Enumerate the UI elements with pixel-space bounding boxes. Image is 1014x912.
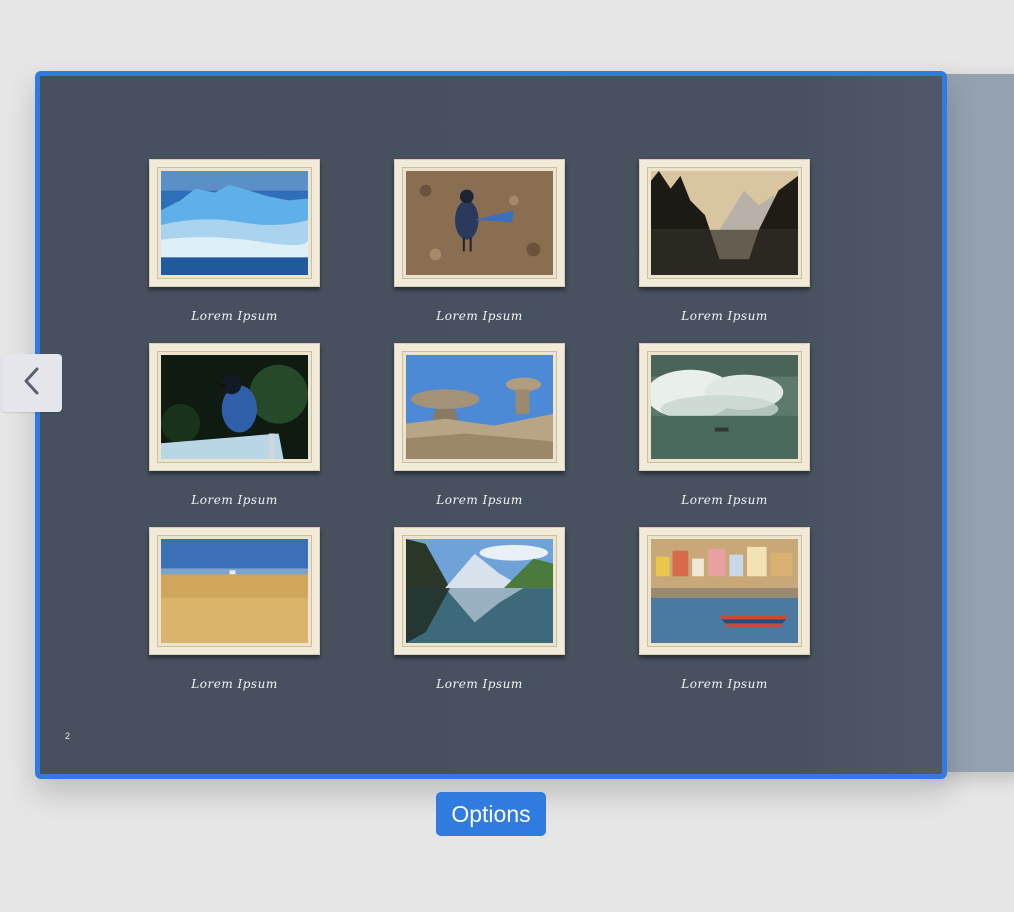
photo-frame[interactable] [149, 343, 320, 471]
photo-caption: Lorem Ipsum [191, 493, 278, 507]
gallery-item[interactable]: Lorem Ipsum [149, 159, 320, 343]
photo-grid: Lorem Ipsum Lorem Ipsum Lorem Ipsum Lore… [149, 159, 810, 711]
gallery-item[interactable]: Lorem Ipsum [639, 527, 810, 711]
photo-mountain-lake [406, 539, 553, 643]
gallery-item[interactable]: Lorem Ipsum [639, 343, 810, 527]
photo-harbor-town [651, 539, 798, 643]
photo-caption: Lorem Ipsum [191, 677, 278, 691]
photo-waterfall-boat [651, 355, 798, 459]
photo-frame[interactable] [394, 527, 565, 655]
chevron-left-icon [21, 366, 43, 401]
photo-frame[interactable] [149, 159, 320, 287]
photo-caption: Lorem Ipsum [191, 309, 278, 323]
photo-frame[interactable] [149, 527, 320, 655]
photo-frame[interactable] [639, 343, 810, 471]
photo-blue-jay-ground [406, 171, 553, 275]
photo-caption: Lorem Ipsum [436, 677, 523, 691]
photo-caption: Lorem Ipsum [436, 309, 523, 323]
options-button[interactable]: Options [436, 792, 546, 836]
gallery-item[interactable]: Lorem Ipsum [394, 527, 565, 711]
gallery-item[interactable]: Lorem Ipsum [639, 159, 810, 343]
photo-mountain-lake-sunset [651, 171, 798, 275]
photo-frame[interactable] [639, 159, 810, 287]
photo-frame[interactable] [394, 159, 565, 287]
photo-caption: Lorem Ipsum [681, 309, 768, 323]
gallery-item[interactable]: Lorem Ipsum [394, 159, 565, 343]
photo-frame[interactable] [394, 343, 565, 471]
photo-wheat-field [161, 539, 308, 643]
page-number: 2 [65, 731, 71, 741]
photo-jay-on-car [161, 355, 308, 459]
photo-caption: Lorem Ipsum [681, 493, 768, 507]
photo-rock-formations [406, 355, 553, 459]
current-page[interactable]: Lorem Ipsum Lorem Ipsum Lorem Ipsum Lore… [35, 71, 947, 779]
gallery-item[interactable]: Lorem Ipsum [149, 527, 320, 711]
gallery-item[interactable]: Lorem Ipsum [394, 343, 565, 527]
photo-frame[interactable] [639, 527, 810, 655]
previous-page-button[interactable] [2, 354, 62, 412]
photo-icebergs [161, 171, 308, 275]
flipbook-stage: Lorem Ipsum Lorem Ipsum Lorem Ipsum Lore… [0, 0, 1014, 912]
photo-caption: Lorem Ipsum [681, 677, 768, 691]
photo-caption: Lorem Ipsum [436, 493, 523, 507]
gallery-item[interactable]: Lorem Ipsum [149, 343, 320, 527]
